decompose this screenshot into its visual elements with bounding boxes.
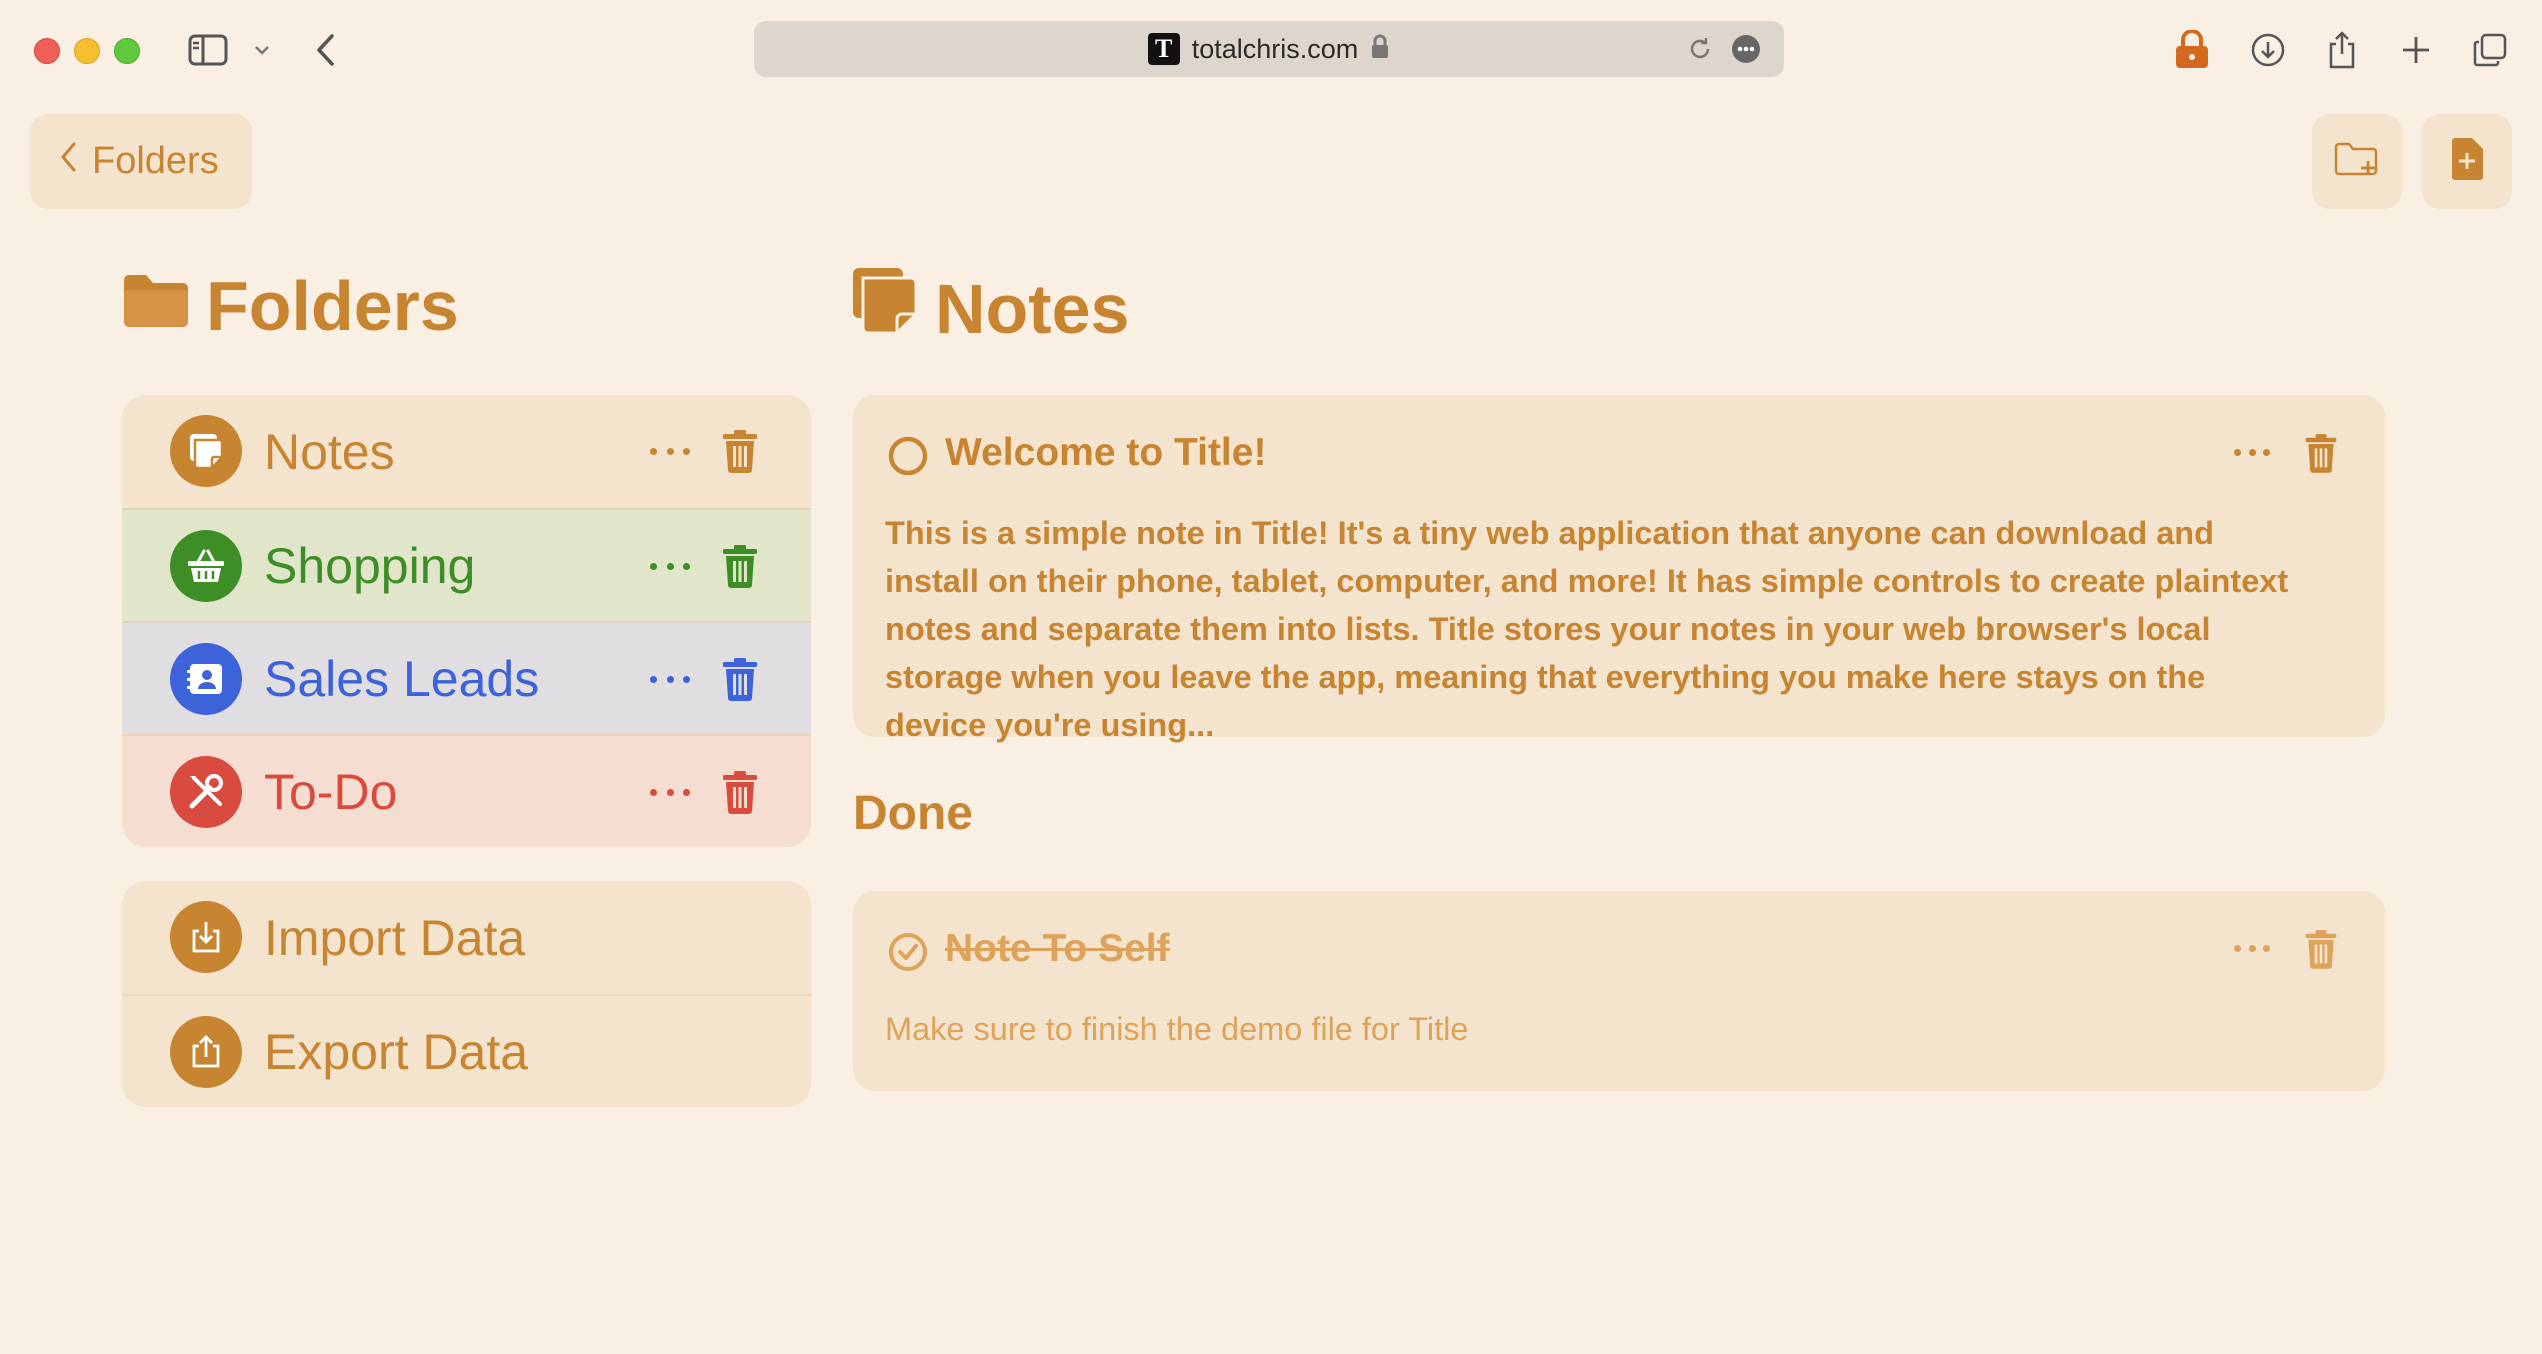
new-tab-icon[interactable] bbox=[2392, 26, 2440, 74]
note-body: This is a simple note in Title! It's a t… bbox=[885, 515, 2289, 743]
done-note-card[interactable]: Note To Self Make sure to finish the dem… bbox=[853, 891, 2385, 1091]
note-card[interactable]: Welcome to Title! This is a simple note … bbox=[853, 395, 2385, 743]
trash-icon[interactable] bbox=[720, 657, 760, 701]
new-folder-button[interactable] bbox=[2312, 114, 2402, 209]
site-favicon: T bbox=[1147, 33, 1180, 65]
downloads-icon[interactable] bbox=[2244, 26, 2292, 74]
folder-item-notes[interactable]: Notes bbox=[122, 395, 811, 508]
done-section-heading: Done bbox=[853, 787, 973, 840]
back-to-folders-button[interactable]: Folders bbox=[30, 114, 252, 209]
basket-icon bbox=[170, 530, 242, 602]
more-options-icon[interactable] bbox=[2234, 933, 2270, 963]
export-icon bbox=[170, 1016, 242, 1088]
trash-icon[interactable] bbox=[2303, 433, 2339, 473]
page-menu-icon[interactable] bbox=[1730, 33, 1762, 65]
folder-plus-icon bbox=[2333, 139, 2381, 184]
export-data-button[interactable]: Export Data bbox=[122, 994, 811, 1107]
import-data-button[interactable]: Import Data bbox=[122, 881, 811, 994]
checkmark-circle-icon[interactable] bbox=[887, 931, 929, 978]
chevron-left-icon bbox=[60, 140, 78, 183]
folder-item-to-do[interactable]: To-Do bbox=[122, 734, 811, 847]
notes-heading-text: Notes bbox=[935, 270, 1130, 348]
password-lock-icon[interactable] bbox=[2168, 26, 2216, 74]
folder-list: Notes Shopping Sales Leads To-Do bbox=[122, 395, 811, 847]
import-data-label: Import Data bbox=[264, 909, 526, 966]
back-button-label: Folders bbox=[92, 140, 219, 182]
tab-overview-icon[interactable] bbox=[2466, 26, 2514, 74]
folders-heading-text: Folders bbox=[206, 267, 459, 345]
more-options-icon[interactable] bbox=[2234, 437, 2270, 467]
folder-label: Notes bbox=[264, 423, 395, 480]
chevron-down-icon[interactable] bbox=[238, 26, 286, 74]
reload-icon[interactable] bbox=[1684, 33, 1716, 65]
folder-icon bbox=[122, 266, 190, 346]
new-note-button[interactable] bbox=[2422, 114, 2512, 209]
zoom-window-button[interactable] bbox=[114, 38, 140, 64]
folder-item-shopping[interactable]: Shopping bbox=[122, 508, 811, 621]
more-options-icon[interactable] bbox=[650, 661, 690, 697]
trash-icon[interactable] bbox=[2303, 929, 2339, 969]
folder-label: Shopping bbox=[264, 537, 476, 594]
export-data-label: Export Data bbox=[264, 1023, 529, 1080]
url-text: totalchris.com bbox=[1191, 33, 1359, 64]
more-options-icon[interactable] bbox=[650, 433, 690, 469]
browser-toolbar: T totalchris.com bbox=[0, 0, 2542, 100]
done-note-title: Note To Self bbox=[945, 927, 1170, 970]
import-icon bbox=[170, 901, 242, 973]
contact-card-icon bbox=[170, 643, 242, 715]
trash-icon[interactable] bbox=[720, 429, 760, 473]
folder-label: To-Do bbox=[264, 763, 398, 820]
close-window-button[interactable] bbox=[34, 38, 60, 64]
address-bar[interactable]: T totalchris.com bbox=[754, 21, 1784, 77]
folder-item-sales-leads[interactable]: Sales Leads bbox=[122, 621, 811, 734]
folders-heading: Folders bbox=[122, 266, 459, 346]
data-actions-panel: Import Data Export Data bbox=[122, 881, 811, 1107]
share-icon[interactable] bbox=[2318, 26, 2366, 74]
document-plus-icon bbox=[2450, 137, 2484, 186]
notes-heading: Notes bbox=[851, 266, 1129, 352]
minimize-window-button[interactable] bbox=[74, 38, 100, 64]
sidebar-toggle-icon[interactable] bbox=[184, 26, 232, 74]
done-note-body: Make sure to finish the demo file for Ti… bbox=[885, 1011, 1469, 1047]
more-options-icon[interactable] bbox=[650, 548, 690, 584]
notes-stack-icon bbox=[851, 266, 919, 352]
more-options-icon[interactable] bbox=[650, 774, 690, 810]
lock-icon bbox=[1370, 34, 1390, 65]
note-icon bbox=[170, 415, 242, 487]
trash-icon[interactable] bbox=[720, 770, 760, 814]
trash-icon[interactable] bbox=[720, 544, 760, 588]
tools-icon bbox=[170, 756, 242, 828]
browser-back-icon[interactable] bbox=[302, 26, 350, 74]
circle-checkbox-icon[interactable] bbox=[887, 435, 929, 482]
note-title: Welcome to Title! bbox=[945, 431, 1267, 474]
folder-label: Sales Leads bbox=[264, 650, 540, 707]
